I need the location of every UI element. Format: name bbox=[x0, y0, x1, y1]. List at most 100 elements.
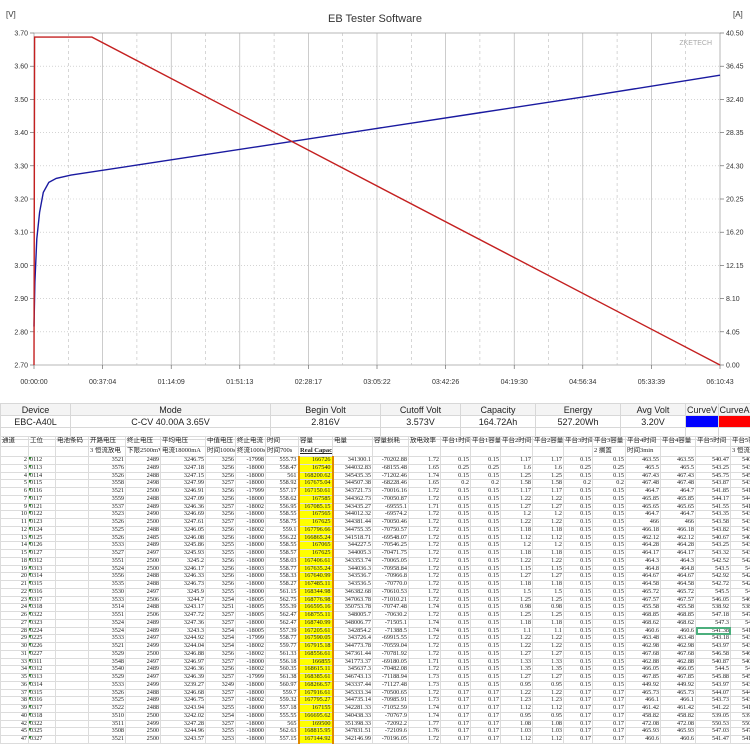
cell[interactable]: 541.22 bbox=[730, 704, 750, 713]
cell[interactable]: 0225 bbox=[28, 634, 56, 643]
cell[interactable]: 2506 bbox=[125, 595, 161, 605]
cell[interactable]: 1.72 bbox=[408, 518, 441, 527]
cell[interactable]: 559.77 bbox=[265, 642, 299, 651]
cell[interactable]: 0.15 bbox=[563, 564, 593, 574]
cell[interactable]: 3246.36 bbox=[160, 502, 206, 512]
cell[interactable]: -71127.48 bbox=[372, 680, 409, 690]
cell[interactable] bbox=[55, 704, 89, 713]
cell[interactable]: 3256 bbox=[205, 463, 236, 473]
cell[interactable]: 0.17 bbox=[592, 735, 626, 744]
cell[interactable]: 26 bbox=[0, 611, 29, 620]
cell[interactable]: 0.15 bbox=[470, 642, 501, 651]
cell[interactable]: 3526 bbox=[88, 688, 126, 698]
cell[interactable]: 464.8 bbox=[660, 564, 696, 574]
cell[interactable]: -70750.57 bbox=[372, 525, 409, 535]
cell[interactable]: 0115 bbox=[28, 479, 56, 488]
cell[interactable]: 558.77 bbox=[265, 634, 299, 643]
cell[interactable]: 540.87 bbox=[730, 657, 750, 667]
cell[interactable]: 2500 bbox=[125, 727, 161, 736]
cell[interactable] bbox=[28, 446, 56, 457]
cell[interactable]: 0.17 bbox=[470, 719, 501, 729]
cell[interactable]: 3540 bbox=[88, 665, 126, 674]
cell[interactable]: 13 bbox=[0, 533, 29, 543]
cell[interactable]: 0.15 bbox=[592, 471, 626, 481]
cell[interactable]: 557.15 bbox=[265, 735, 299, 744]
cell[interactable]: 3526 bbox=[88, 518, 126, 527]
cell[interactable]: 1.77 bbox=[408, 719, 441, 729]
cell[interactable]: 23 bbox=[0, 595, 29, 605]
cell[interactable]: 0.15 bbox=[563, 618, 593, 628]
cell[interactable]: 1.17 bbox=[500, 456, 533, 465]
cell[interactable]: 37 bbox=[0, 688, 29, 698]
cell[interactable]: 0325 bbox=[28, 727, 56, 736]
cell[interactable]: 167155 bbox=[297, 704, 334, 713]
cell[interactable]: 167085.15 bbox=[297, 502, 334, 512]
cell[interactable]: 0.15 bbox=[470, 587, 501, 597]
cell[interactable]: 0.15 bbox=[563, 510, 593, 519]
cell[interactable]: -70202.88 bbox=[372, 456, 409, 465]
cell[interactable]: -18000 bbox=[235, 556, 266, 566]
cell[interactable]: 541.22 bbox=[695, 704, 731, 713]
cell[interactable]: 电量 bbox=[332, 436, 373, 447]
cell[interactable]: -69915.55 bbox=[372, 634, 409, 643]
cell[interactable]: 462.12 bbox=[660, 533, 696, 543]
cell[interactable]: 468.85 bbox=[625, 611, 661, 620]
cell[interactable]: 558.27 bbox=[265, 580, 299, 589]
cell[interactable]: 3 恒流放 bbox=[730, 446, 750, 457]
cell[interactable]: 0.15 bbox=[440, 649, 471, 659]
cell[interactable]: 543.35 bbox=[730, 510, 750, 519]
cell[interactable]: 电池条码 bbox=[55, 436, 89, 447]
cell[interactable]: 545.88 bbox=[730, 673, 750, 682]
cell[interactable]: 1.72 bbox=[408, 688, 441, 698]
cell[interactable]: 168615.11 bbox=[297, 665, 334, 674]
cell[interactable]: 1.22 bbox=[500, 642, 533, 651]
cell[interactable]: 0.15 bbox=[440, 618, 471, 628]
cell[interactable]: 558.77 bbox=[265, 564, 299, 574]
cell[interactable]: 541.38 bbox=[695, 626, 731, 636]
cell[interactable]: 3247.28 bbox=[160, 719, 206, 729]
cell[interactable]: -18002 bbox=[235, 649, 266, 659]
cell[interactable]: 3247.09 bbox=[160, 494, 206, 504]
cell[interactable]: 0.15 bbox=[563, 549, 593, 558]
cell[interactable]: 0.15 bbox=[592, 502, 626, 512]
cell[interactable]: 1.1 bbox=[500, 626, 533, 636]
cell[interactable]: 543.73 bbox=[730, 696, 750, 705]
cell[interactable]: 547.03 bbox=[730, 727, 750, 736]
cell[interactable]: 561 bbox=[265, 471, 299, 481]
cell[interactable]: 1.27 bbox=[500, 673, 533, 682]
cell[interactable]: 460.6 bbox=[660, 626, 696, 636]
cell[interactable]: 0.15 bbox=[592, 541, 626, 550]
cell[interactable]: 465.85 bbox=[625, 494, 661, 504]
cell[interactable]: 0.15 bbox=[563, 541, 593, 550]
cell[interactable]: 1.72 bbox=[408, 494, 441, 504]
cell[interactable]: -71388.5 bbox=[372, 626, 409, 636]
cell[interactable]: 167625 bbox=[297, 549, 334, 558]
cell[interactable]: -68155.48 bbox=[372, 463, 409, 473]
cell[interactable]: 0.17 bbox=[440, 688, 471, 698]
cell[interactable]: 1.27 bbox=[532, 673, 564, 682]
cell[interactable]: 460.6 bbox=[660, 735, 696, 744]
cell[interactable]: -18000 bbox=[235, 587, 266, 597]
cell[interactable]: 545.75 bbox=[695, 471, 731, 481]
cell[interactable]: 168344.98 bbox=[297, 587, 334, 597]
cell[interactable]: 167916.61 bbox=[297, 688, 334, 698]
cell[interactable]: 465.73 bbox=[625, 688, 661, 698]
cell[interactable]: 546.05 bbox=[695, 595, 731, 605]
cell[interactable]: 0315 bbox=[28, 688, 56, 698]
cell[interactable]: 0.17 bbox=[470, 688, 501, 698]
cell[interactable]: 347831.51 bbox=[332, 727, 373, 736]
cell[interactable]: -71202.46 bbox=[372, 471, 409, 481]
cell[interactable]: 0.2 bbox=[563, 479, 593, 488]
cell[interactable]: 1.2 bbox=[500, 541, 533, 550]
cell[interactable]: 下限2500mV bbox=[125, 446, 161, 457]
cell[interactable]: 463.55 bbox=[660, 456, 696, 465]
cell[interactable]: 3511 bbox=[88, 719, 126, 729]
cell[interactable]: 168556.61 bbox=[297, 649, 334, 659]
cell[interactable]: 3244.7 bbox=[160, 595, 206, 605]
cell[interactable]: 543.82 bbox=[695, 525, 731, 535]
cell[interactable]: -18002 bbox=[235, 642, 266, 651]
cell[interactable]: 168815.95 bbox=[297, 727, 334, 736]
cell[interactable]: 1.18 bbox=[500, 618, 533, 628]
cell[interactable] bbox=[55, 525, 89, 535]
cell[interactable]: 47 bbox=[0, 735, 29, 744]
